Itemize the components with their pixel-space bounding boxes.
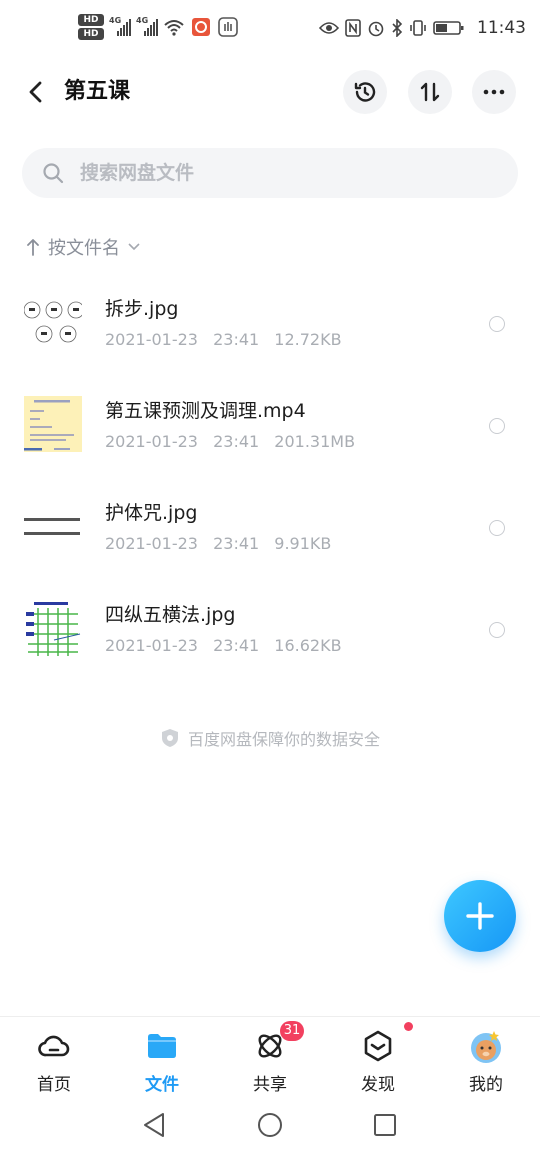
add-button[interactable] <box>444 880 516 952</box>
search-icon <box>43 163 64 184</box>
tab-discover[interactable]: 发现 <box>324 1017 432 1101</box>
app-notification-icon <box>192 18 210 36</box>
folder-icon <box>148 1034 176 1058</box>
image-thumbnail <box>24 498 82 554</box>
tab-share[interactable]: 31 共享 <box>216 1017 324 1101</box>
alarm-icon <box>368 21 384 37</box>
file-name: 第五课预测及调理.mp4 <box>105 400 306 422</box>
chevron-down-icon <box>128 243 140 251</box>
file-meta: 2021-01-23 23:41 16.62KB <box>105 636 342 655</box>
back-icon[interactable] <box>20 76 52 108</box>
nfc-icon <box>345 19 361 37</box>
share-badge: 31 <box>280 1021 304 1041</box>
file-name: 护体咒.jpg <box>105 502 198 524</box>
file-time: 23:41 <box>213 636 260 655</box>
file-name: 拆步.jpg <box>105 298 179 320</box>
history-icon <box>354 82 376 102</box>
nav-home-icon[interactable] <box>255 1110 285 1140</box>
nav-recent-icon[interactable] <box>370 1110 400 1140</box>
status-left: HD HD 4G 4G <box>78 14 239 40</box>
security-note-text: 百度网盘保障你的数据安全 <box>187 730 380 749</box>
file-date: 2021-01-23 <box>105 534 198 553</box>
shield-icon <box>161 729 178 747</box>
file-date: 2021-01-23 <box>105 636 198 655</box>
select-radio[interactable] <box>489 622 505 638</box>
file-row[interactable]: 拆步.jpg 2021-01-23 23:41 12.72KB <box>0 270 540 372</box>
file-row[interactable]: 四纵五横法.jpg 2021-01-23 23:41 16.62KB <box>0 576 540 678</box>
cloud-icon <box>38 1035 70 1057</box>
status-bar: HD HD 4G 4G 11:43 <box>0 0 540 62</box>
select-radio[interactable] <box>489 520 505 536</box>
discover-dot <box>404 1022 413 1031</box>
file-time: 23:41 <box>213 432 260 451</box>
wifi-icon <box>164 20 184 36</box>
page-title: 第五课 <box>64 79 131 104</box>
file-row[interactable]: 第五课预测及调理.mp4 2021-01-23 23:41 201.31MB <box>0 372 540 474</box>
discover-icon <box>364 1030 392 1062</box>
hd-indicator: HD HD <box>78 14 104 40</box>
bottom-tab-bar: 首页 文件 31 共享 发现 我的 <box>0 1016 540 1101</box>
search-bar[interactable] <box>22 148 518 198</box>
transfer-icon <box>420 82 440 102</box>
tab-label: 共享 <box>253 1075 287 1095</box>
select-radio[interactable] <box>489 418 505 434</box>
file-size: 12.72KB <box>274 330 342 349</box>
image-thumbnail <box>24 294 82 350</box>
sort-label: 按文件名 <box>48 238 120 259</box>
hd-badge-1: HD <box>78 14 104 26</box>
nav-back-icon[interactable] <box>140 1110 170 1140</box>
file-date: 2021-01-23 <box>105 330 198 349</box>
tab-label: 发现 <box>361 1075 395 1095</box>
file-size: 9.91KB <box>274 534 332 553</box>
file-meta: 2021-01-23 23:41 201.31MB <box>105 432 355 451</box>
select-radio[interactable] <box>489 316 505 332</box>
signal-icon-2: 4G <box>136 16 158 36</box>
sort-selector[interactable]: 按文件名 <box>26 232 140 262</box>
tab-home[interactable]: 首页 <box>0 1017 108 1101</box>
battery-icon <box>433 21 464 35</box>
image-thumbnail <box>24 600 82 656</box>
hd-badge-2: HD <box>78 28 104 40</box>
video-thumbnail <box>24 396 82 452</box>
tab-files[interactable]: 文件 <box>108 1017 216 1101</box>
search-input[interactable] <box>78 148 500 198</box>
file-row[interactable]: 护体咒.jpg 2021-01-23 23:41 9.91KB <box>0 474 540 576</box>
tab-label: 文件 <box>145 1075 179 1095</box>
security-note: 百度网盘保障你的数据安全 <box>0 726 540 750</box>
header: 第五课 <box>0 62 540 122</box>
more-button[interactable] <box>472 70 516 114</box>
file-meta: 2021-01-23 23:41 9.91KB <box>105 534 331 553</box>
tab-label: 我的 <box>469 1075 503 1095</box>
plus-icon <box>466 902 494 930</box>
bluetooth-icon <box>392 19 403 37</box>
network-type-1: 4G <box>109 16 122 25</box>
file-time: 23:41 <box>213 330 260 349</box>
network-type-2: 4G <box>136 16 149 25</box>
history-button[interactable] <box>343 70 387 114</box>
file-size: 201.31MB <box>274 432 356 451</box>
file-time: 23:41 <box>213 534 260 553</box>
file-list: 拆步.jpg 2021-01-23 23:41 12.72KB 第五课预测及调理… <box>0 270 540 678</box>
hand-icon <box>218 17 238 37</box>
file-size: 16.62KB <box>274 636 342 655</box>
avatar-icon <box>471 1031 501 1063</box>
file-date: 2021-01-23 <box>105 432 198 451</box>
status-time: 11:43 <box>477 18 526 38</box>
tab-label: 首页 <box>37 1075 71 1095</box>
sort-arrow-icon <box>27 239 39 256</box>
signal-icon: 4G <box>109 16 131 36</box>
vibrate-icon <box>410 20 426 36</box>
transfer-button[interactable] <box>408 70 452 114</box>
status-right: 11:43 <box>319 18 526 38</box>
file-name: 四纵五横法.jpg <box>105 604 236 626</box>
more-icon <box>483 89 505 95</box>
eye-icon <box>319 22 339 34</box>
system-nav-bar <box>0 1100 540 1155</box>
tab-me[interactable]: 我的 <box>432 1017 540 1101</box>
file-meta: 2021-01-23 23:41 12.72KB <box>105 330 342 349</box>
